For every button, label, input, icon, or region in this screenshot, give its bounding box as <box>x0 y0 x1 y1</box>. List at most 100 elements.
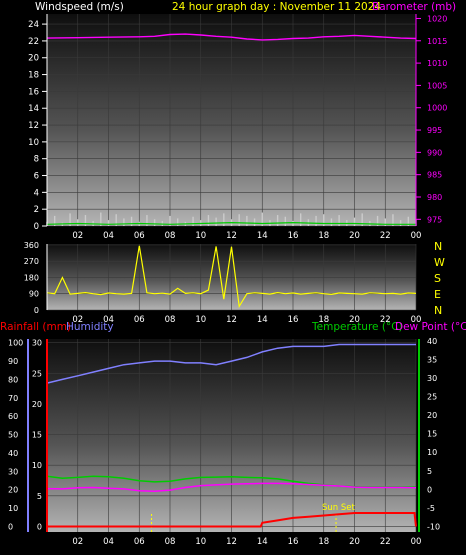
windspeed-tick-label: 18 <box>28 71 39 81</box>
temperature-tick-label: 5 <box>427 467 432 476</box>
direction-tick-label: 360 <box>24 241 39 250</box>
direction-label: S <box>434 272 441 285</box>
direction-tick-label: 90 <box>29 290 39 299</box>
temperature-tick-label: 20 <box>427 411 437 420</box>
direction-tick-label: 0 <box>34 306 39 315</box>
x-tick-label: 08 <box>165 315 176 325</box>
temperature-tick-label: 0 <box>427 485 432 494</box>
x-tick-label: 08 <box>165 537 176 547</box>
rainfall-tick-label: 20 <box>32 400 42 409</box>
barometer-tick-label: 975 <box>427 215 442 224</box>
temperature-tick-label: -5 <box>427 504 435 513</box>
x-tick-label: 06 <box>134 315 145 325</box>
humidity-tick-label: 80 <box>8 375 18 384</box>
barometer-tick-label: 1015 <box>427 37 447 46</box>
windspeed-tick-label: 14 <box>28 104 39 114</box>
x-tick-label: 08 <box>165 231 176 241</box>
rainfall-tick-label: 25 <box>32 369 42 378</box>
temperature-tick-label: 25 <box>427 393 437 402</box>
humidity-label: Humidity <box>66 321 114 333</box>
windspeed-tick-label: 12 <box>28 121 39 131</box>
rainfall-tick-label: 15 <box>32 431 42 440</box>
temperature-tick-label: 35 <box>427 355 437 364</box>
temperature-label: Temperature (°C) <box>311 321 403 333</box>
windspeed-tick-label: 24 <box>28 20 39 30</box>
humidity-tick-label: 90 <box>8 357 18 366</box>
windspeed-tick-label: 22 <box>28 37 39 47</box>
x-tick-label: 16 <box>288 231 299 241</box>
windspeed-tick-label: 2 <box>34 205 39 215</box>
direction-letters: N W S E N <box>434 240 445 317</box>
barometer-tick-label: 990 <box>427 148 442 157</box>
rainfall-tick-label: 10 <box>32 461 42 470</box>
x-tick-label: 16 <box>288 537 299 547</box>
direction-label: N <box>434 304 442 317</box>
x-tick-label: 10 <box>195 537 206 547</box>
x-tick-label: 12 <box>226 537 237 547</box>
x-tick-label: 20 <box>349 537 360 547</box>
rainfall-tick-label: 0 <box>37 522 42 531</box>
temperature-tick-label: 30 <box>427 374 437 383</box>
weather-chart: Windspeed (m/s) 24 hour graph day : Nove… <box>0 1 466 547</box>
temperature-tick-label: -10 <box>427 522 440 531</box>
x-tick-label: 02 <box>72 231 83 241</box>
direction-label: W <box>434 256 445 269</box>
humidity-tick-label: 50 <box>8 431 18 440</box>
x-tick-label: 14 <box>257 315 268 325</box>
windspeed-tick-label: 0 <box>34 222 39 232</box>
x-tick-label: 16 <box>288 315 299 325</box>
sunset-label: Sun Set <box>322 503 355 513</box>
chart-title: 24 hour graph day : November 11 2024 <box>172 1 381 13</box>
x-tick-label: 14 <box>257 537 268 547</box>
windspeed-tick-label: 8 <box>34 155 39 165</box>
barometer-label: Barometer (mb) <box>372 1 456 13</box>
barometer-tick-label: 1010 <box>427 59 447 68</box>
x-tick-label: 12 <box>226 231 237 241</box>
barometer-tick-label: 995 <box>427 126 442 135</box>
windspeed-label: Windspeed (m/s) <box>35 1 124 13</box>
x-tick-label: 18 <box>318 231 329 241</box>
direction-tick-label: 180 <box>24 273 39 282</box>
humidity-tick-label: 40 <box>8 449 18 458</box>
direction-label: E <box>434 288 441 301</box>
barometer-tick-label: 1005 <box>427 81 447 90</box>
humidity-tick-label: 70 <box>8 394 18 403</box>
x-tick-label: 22 <box>380 231 391 241</box>
rainfall-tick-label: 30 <box>32 339 42 348</box>
barometer-tick-label: 1020 <box>427 14 447 23</box>
x-tick-label: 10 <box>195 315 206 325</box>
x-tick-label: 06 <box>134 231 145 241</box>
x-tick-label: 10 <box>195 231 206 241</box>
x-tick-label: 02 <box>72 537 83 547</box>
barometer-tick-label: 985 <box>427 171 442 180</box>
temperature-tick-label: 15 <box>427 430 437 439</box>
temperature-tick-label: 40 <box>427 337 437 346</box>
humidity-tick-label: 60 <box>8 412 18 421</box>
x-tick-label: 22 <box>380 537 391 547</box>
direction-label: N <box>434 240 442 253</box>
rainfall-tick-label: 5 <box>37 492 42 501</box>
windspeed-tick-label: 16 <box>28 87 39 97</box>
x-tick-label: 18 <box>318 537 329 547</box>
windspeed-tick-label: 6 <box>34 172 39 182</box>
windspeed-tick-label: 4 <box>34 188 39 198</box>
windspeed-tick-label: 20 <box>28 54 39 64</box>
humidity-tick-label: 100 <box>8 339 23 348</box>
humidity-tick-label: 20 <box>8 486 18 495</box>
dewpoint-label: Dew Point (°C) <box>395 321 466 333</box>
x-tick-label: 14 <box>257 231 268 241</box>
x-tick-label: 00 <box>411 537 422 547</box>
humidity-tick-label: 0 <box>8 522 13 531</box>
temperature-tick-label: 10 <box>427 448 437 457</box>
direction-tick-label: 270 <box>24 257 39 266</box>
x-tick-label: 06 <box>134 537 145 547</box>
x-tick-label: 04 <box>103 537 114 547</box>
rainfall-label: Rainfall (mm) <box>0 321 71 333</box>
barometer-tick-label: 980 <box>427 193 442 202</box>
x-tick-label: 20 <box>349 231 360 241</box>
x-tick-label: 00 <box>411 231 422 241</box>
humidity-tick-label: 10 <box>8 504 18 513</box>
humidity-tick-label: 30 <box>8 467 18 476</box>
windspeed-tick-label: 10 <box>28 138 39 148</box>
x-tick-label: 04 <box>103 231 114 241</box>
